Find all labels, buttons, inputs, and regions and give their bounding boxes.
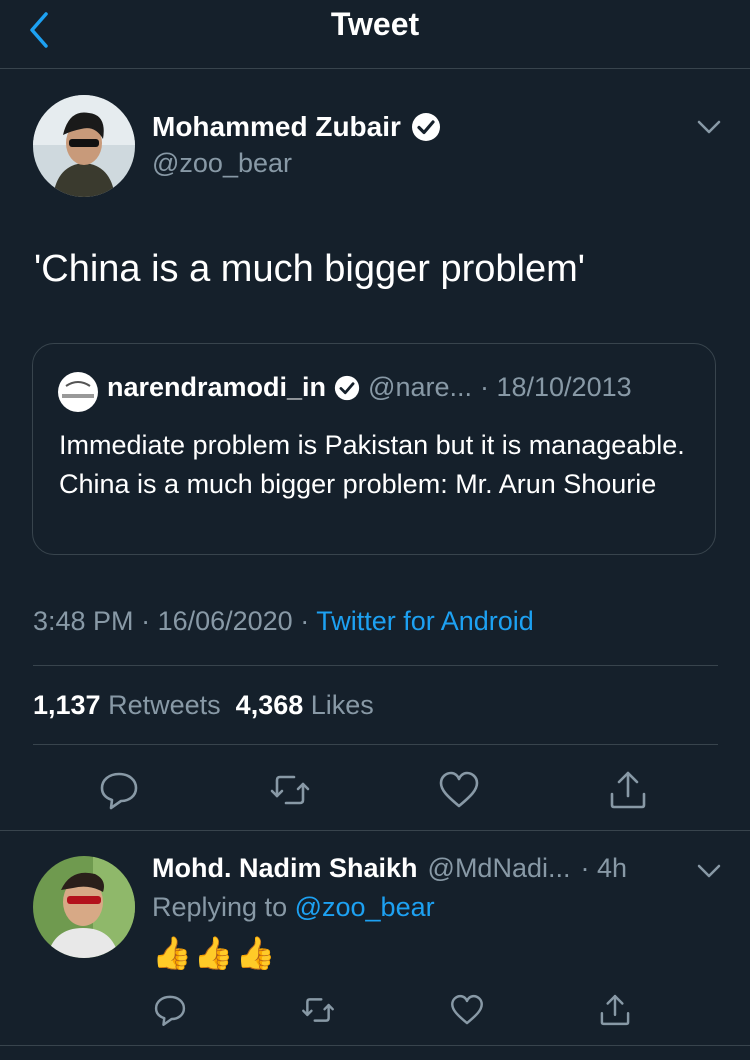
reply-text: 👍👍👍 [152,935,278,971]
likes-label: Likes [310,690,374,720]
reply-author-handle[interactable]: @MdNadi... [428,853,571,884]
retweets-count: 1,137 [33,690,101,720]
replying-to-label: Replying to [152,892,295,922]
quoted-date: · 18/10/2013 [480,372,632,402]
tweet-text: 'China is a much bigger problem' [34,248,585,290]
quoted-tweet[interactable]: narendramodi_in @nare... · 18/10/2013 Im… [32,343,716,555]
tweet-source-link[interactable]: Twitter for Android [316,606,534,636]
divider [33,665,718,666]
retweets-stat[interactable]: 1,137 Retweets [33,690,221,720]
like-icon[interactable] [437,768,481,812]
tweet-stats: 1,137 Retweets 4,368 Likes [33,690,374,721]
quoted-avatar [58,372,98,412]
quoted-name: narendramodi_in [107,372,327,402]
author-name-row: Mohammed Zubair [152,111,441,143]
reply-icon[interactable] [97,768,141,812]
likes-count: 4,368 [235,690,304,720]
author-handle[interactable]: @zoo_bear [152,148,292,179]
reply-avatar[interactable] [33,856,135,958]
chevron-down-icon[interactable] [695,857,723,885]
retweet-icon[interactable] [300,992,336,1028]
retweets-label: Retweets [108,690,221,720]
reply-time: · 4h [580,853,628,883]
tweet-time: 3:48 PM [33,606,134,636]
chevron-down-icon[interactable] [695,113,723,141]
page-title: Tweet [330,6,420,42]
reply-header: Mohd. Nadim Shaikh @MdNadi... · 4h [152,853,627,884]
author-name[interactable]: Mohammed Zubair [152,111,401,143]
likes-stat[interactable]: 4,368 Likes [236,690,374,720]
author-avatar[interactable] [33,95,135,197]
like-icon[interactable] [449,992,485,1028]
quoted-text: Immediate problem is Pakistan but it is … [59,430,685,499]
tweet-meta: 3:48 PM · 16/06/2020 · Twitter for Andro… [33,606,534,637]
share-icon[interactable] [597,992,633,1028]
share-icon[interactable] [606,768,650,812]
divider [0,1045,750,1046]
reply-icon[interactable] [152,992,188,1028]
divider [33,744,718,745]
quoted-header: narendramodi_in @nare... · 18/10/2013 [107,372,632,403]
meta-separator: · [133,606,158,636]
replying-to-link[interactable]: @zoo_bear [295,892,435,922]
tweet-date: 16/06/2020 [157,606,293,636]
reply-author-name[interactable]: Mohd. Nadim Shaikh [152,853,418,884]
divider [0,830,750,831]
quoted-handle: @nare... [368,372,472,402]
meta-separator: · [292,606,317,636]
retweet-icon[interactable] [268,768,312,812]
replying-to: Replying to @zoo_bear [152,892,435,923]
verified-badge-icon [334,375,360,400]
verified-badge-icon [411,113,440,141]
